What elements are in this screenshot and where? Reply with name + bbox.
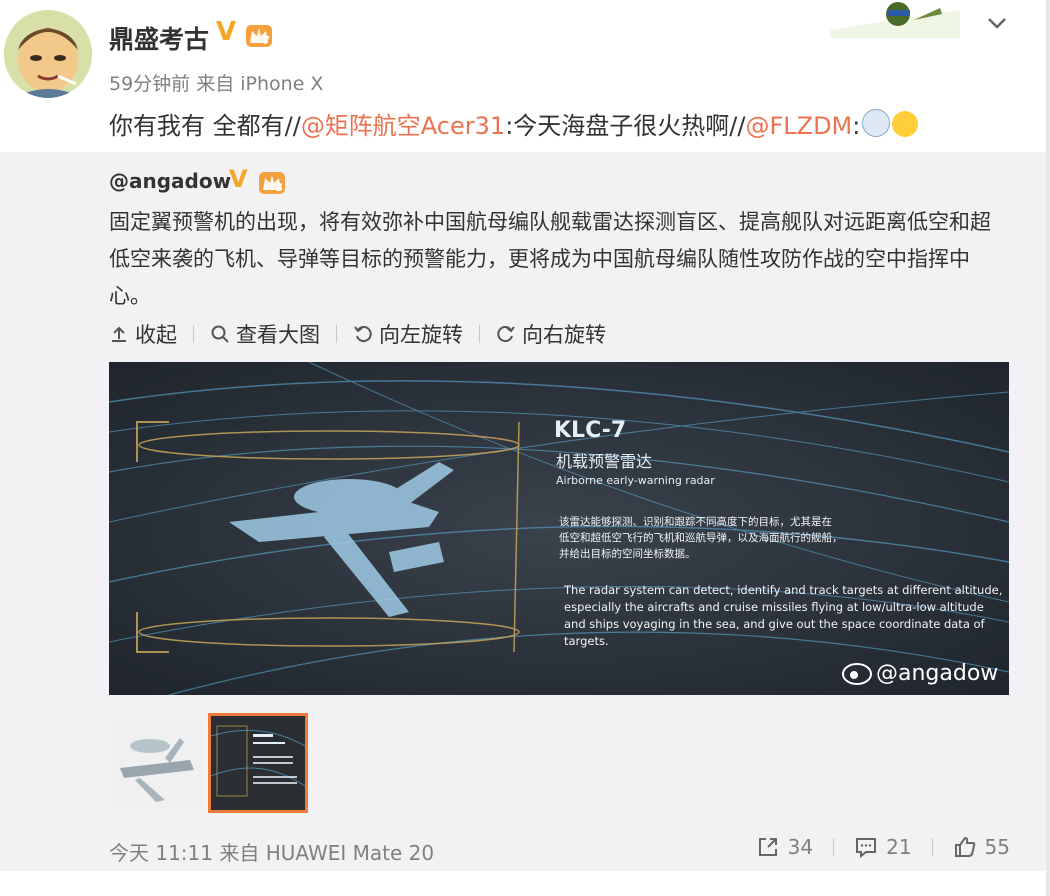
level-badge-icon[interactable]: 7	[246, 25, 272, 47]
level-badge-icon[interactable]: 3	[259, 172, 285, 194]
repost-footer-meta: 今天 11:11 来自 HUAWEI Mate 20	[109, 841, 435, 865]
share-icon	[758, 838, 777, 856]
collapse-button[interactable]: 收起	[109, 319, 177, 349]
rotate-right-button[interactable]: 向右旋转	[496, 319, 606, 349]
rotate-left-button[interactable]: 向左旋转	[353, 319, 463, 349]
share-button[interactable]: 34	[756, 835, 813, 859]
divider	[193, 325, 194, 343]
content-middle: :今天海盘子很火热啊//	[505, 112, 746, 140]
bottom-strip	[0, 871, 1050, 896]
user-name[interactable]: 鼎盛考古	[109, 20, 209, 56]
rotate-left-label: 向左旋转	[379, 323, 463, 347]
image-thumbnail[interactable]	[110, 718, 204, 810]
view-large-label: 查看大图	[236, 323, 320, 347]
post-content: 你有我有 全都有//@矩阵航空Acer31:今天海盘子很火热啊//@FLZDM:	[109, 106, 919, 141]
like-button[interactable]: 55	[953, 835, 1010, 859]
image-thumbnail-selected[interactable]	[208, 713, 308, 813]
level-number: 7	[262, 34, 270, 47]
avatar[interactable]	[4, 10, 92, 98]
scrollbar[interactable]	[1046, 0, 1050, 896]
rotate-left-icon	[354, 326, 372, 343]
search-icon	[211, 325, 229, 343]
image-subtitle-en: Airborne early-warning radar	[556, 474, 715, 487]
content-suffix: :	[852, 112, 861, 140]
repost-user-name[interactable]: @angadow	[109, 169, 231, 193]
rotate-right-label: 向右旋转	[522, 323, 606, 347]
rotate-right-icon	[497, 326, 515, 343]
collapse-icon	[112, 326, 126, 342]
chevron-down-icon[interactable]	[984, 10, 1010, 36]
image-actions: 收起 查看大图 向左旋转 向右旋转	[109, 319, 606, 349]
image-watermark: @angadow	[876, 661, 998, 686]
main-image[interactable]: KLC-7 机载预警雷达 Airborne early-warning rada…	[109, 362, 1009, 695]
like-count: 55	[984, 835, 1010, 859]
like-icon	[954, 836, 975, 857]
comment-button[interactable]: 21	[854, 835, 912, 859]
comment-count: 21	[886, 835, 912, 859]
divider	[833, 838, 835, 856]
image-desc-en: The radar system can detect, identify an…	[563, 583, 1002, 597]
divider	[336, 325, 337, 343]
image-desc-cn: 低空和超低空飞行的飞机和巡航导弹，以及海面航行的舰船，	[559, 531, 843, 544]
divider	[479, 325, 480, 343]
verified-badge-icon: V	[216, 17, 237, 47]
header-decoration-icon	[830, 0, 960, 38]
repost-text: 固定翼预警机的出现，将有效弥补中国航母编队舰载雷达探测盲区、提高舰队对远距离低空…	[109, 210, 991, 308]
repost-stats: 34 21 55	[756, 835, 1010, 859]
comment-icon	[856, 838, 877, 859]
image-desc-cn: 该雷达能够探测、识别和跟踪不同高度下的目标，尤其是在	[559, 515, 832, 528]
repost-user[interactable]: @angadow	[109, 169, 231, 193]
repost-block: @angadow V 3 固定翼预警机的出现，将有效弥补中国航母编队舰载雷达探测…	[0, 152, 1050, 871]
verified-badge-icon: V	[229, 165, 248, 193]
image-desc-en: especially the aircrafts and cruise miss…	[564, 600, 984, 614]
view-large-button[interactable]: 查看大图	[210, 319, 320, 349]
image-title: KLC-7	[554, 418, 626, 443]
mention-link[interactable]: @FLZDM	[745, 112, 852, 140]
image-desc-en: targets.	[564, 634, 609, 648]
post-meta: 59分钟前 来自 iPhone X	[109, 73, 324, 95]
image-subtitle-cn: 机载预警雷达	[556, 452, 652, 471]
divider	[931, 838, 933, 856]
content-prefix: 你有我有 全都有//	[109, 112, 301, 140]
image-desc-cn: 并给出目标的空间坐标数据。	[559, 547, 696, 560]
crying-laugh-emoji-icon	[892, 111, 919, 137]
collapse-label: 收起	[135, 323, 177, 347]
share-count: 34	[787, 835, 814, 859]
image-desc-en: and ships voyaging in the sea, and give …	[564, 617, 986, 631]
doraemon-emoji-icon	[862, 109, 891, 137]
mention-link[interactable]: @矩阵航空Acer31	[301, 112, 505, 140]
level-number: 3	[275, 181, 283, 194]
